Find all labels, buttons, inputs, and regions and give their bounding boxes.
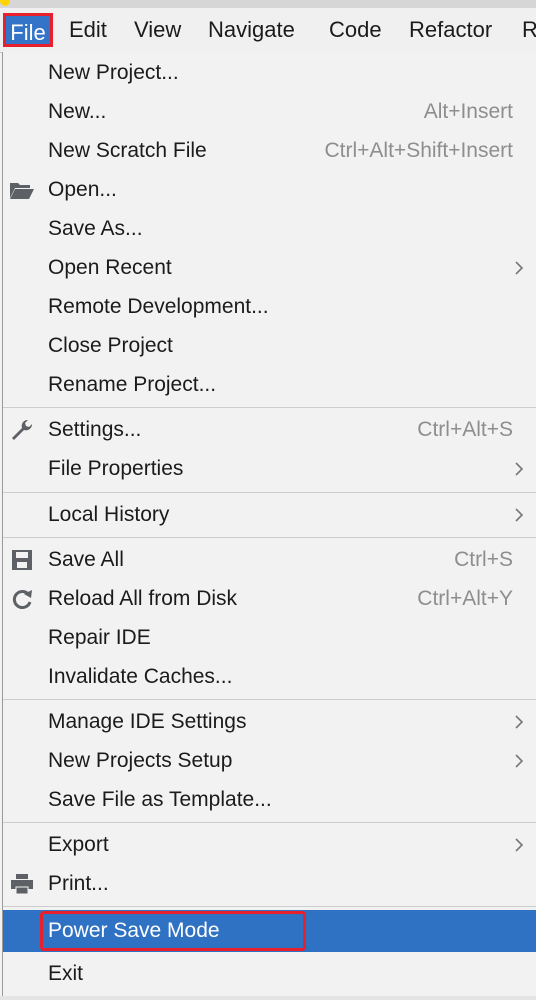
menu-item-new-scratch-file[interactable]: New Scratch File Ctrl+Alt+Shift+Insert (3, 132, 536, 170)
folder-open-icon (10, 183, 34, 199)
menu-item-label: Manage IDE Settings (48, 710, 247, 733)
menu-item-label: Repair IDE (48, 626, 151, 649)
chevron-right-icon (515, 838, 524, 852)
menu-item-manage-ide-settings[interactable]: Manage IDE Settings (3, 703, 536, 741)
menu-item-export[interactable]: Export (3, 826, 536, 864)
menu-item-label: Save All (48, 548, 124, 571)
menu-item-label: Rename Project... (48, 373, 217, 396)
menu-item-label: Close Project (48, 334, 173, 357)
menu-item-new[interactable]: New... Alt+Insert (3, 93, 536, 131)
menu-item-shortcut: Alt+Insert (423, 100, 513, 123)
menu-separator (3, 822, 536, 823)
menu-item-label: Save File as Template... (48, 788, 272, 811)
app-logo-icon (0, 0, 10, 6)
menu-bottom-edge (0, 996, 536, 1000)
menu-item-label: New Projects Setup (48, 749, 233, 772)
menu-separator (3, 537, 536, 538)
menu-item-new-project[interactable]: New Project... (3, 54, 536, 92)
menu-item-save-all[interactable]: Save All Ctrl+S (3, 541, 536, 579)
menu-item-label: Save As... (48, 217, 143, 240)
menu-item-label: File Properties (48, 457, 184, 480)
menu-item-shortcut: Ctrl+Alt+Shift+Insert (324, 139, 514, 162)
title-bar (0, 0, 536, 8)
menu-item-local-history[interactable]: Local History (3, 496, 536, 534)
menu-run[interactable]: R (522, 13, 536, 47)
menu-item-label: Open... (48, 178, 117, 201)
menu-bar: File Edit View Navigate Code Refactor R (0, 8, 536, 53)
menu-item-label: New Project... (48, 61, 179, 84)
annotation-highlight-box (40, 911, 306, 951)
menu-item-exit[interactable]: Exit (3, 955, 536, 993)
menu-file[interactable]: File (3, 13, 53, 47)
save-icon (12, 550, 32, 570)
menu-item-label: Invalidate Caches... (48, 665, 233, 688)
menu-item-repair-ide[interactable]: Repair IDE (3, 619, 536, 657)
chevron-right-icon (515, 715, 524, 729)
chevron-right-icon (515, 508, 524, 522)
menu-item-close-project[interactable]: Close Project (3, 327, 536, 365)
chevron-right-icon (515, 754, 524, 768)
menu-navigate[interactable]: Navigate (208, 13, 295, 47)
print-icon (11, 874, 33, 895)
chevron-right-icon (515, 261, 524, 275)
menu-item-file-properties[interactable]: File Properties (3, 450, 536, 488)
wrench-icon (12, 419, 33, 440)
chevron-right-icon (515, 462, 524, 476)
menu-item-label: New... (48, 100, 107, 123)
menu-item-label: New Scratch File (48, 139, 207, 162)
menu-item-label: Export (48, 833, 109, 856)
menu-item-open[interactable]: Open... (3, 171, 536, 209)
menu-item-shortcut: Ctrl+Alt+Y (417, 587, 513, 610)
menu-item-invalidate-caches[interactable]: Invalidate Caches... (3, 658, 536, 696)
menu-edit[interactable]: Edit (69, 13, 107, 47)
menu-item-label: Reload All from Disk (48, 587, 238, 610)
menu-item-rename-project[interactable]: Rename Project... (3, 366, 536, 404)
menu-item-settings[interactable]: Settings... Ctrl+Alt+S (3, 411, 536, 449)
menu-item-print[interactable]: Print... (3, 865, 536, 903)
menu-code[interactable]: Code (329, 13, 382, 47)
menu-item-open-recent[interactable]: Open Recent (3, 249, 536, 287)
menu-item-remote-development[interactable]: Remote Development... (3, 288, 536, 326)
menu-separator (3, 492, 536, 493)
menu-item-save-as[interactable]: Save As... (3, 210, 536, 248)
menu-item-shortcut: Ctrl+Alt+S (417, 418, 513, 441)
menu-view[interactable]: View (134, 13, 181, 47)
menu-item-shortcut: Ctrl+S (454, 548, 513, 571)
menu-item-new-projects-setup[interactable]: New Projects Setup (3, 742, 536, 780)
menu-item-label: Remote Development... (48, 295, 269, 318)
menu-item-label: Local History (48, 503, 170, 526)
menu-separator (3, 699, 536, 700)
menu-item-label: Exit (48, 962, 84, 985)
menu-item-label: Settings... (48, 418, 142, 441)
menu-separator (3, 906, 536, 907)
menu-refactor[interactable]: Refactor (409, 13, 492, 47)
file-menu-dropdown: New Project... New... Alt+Insert New Scr… (2, 52, 536, 998)
menu-item-label: Open Recent (48, 256, 172, 279)
reload-icon (12, 590, 32, 609)
menu-item-label: Print... (48, 872, 109, 895)
menu-item-save-file-as-template[interactable]: Save File as Template... (3, 781, 536, 819)
menu-separator (3, 407, 536, 408)
menu-item-reload-all[interactable]: Reload All from Disk Ctrl+Alt+Y (3, 580, 536, 618)
